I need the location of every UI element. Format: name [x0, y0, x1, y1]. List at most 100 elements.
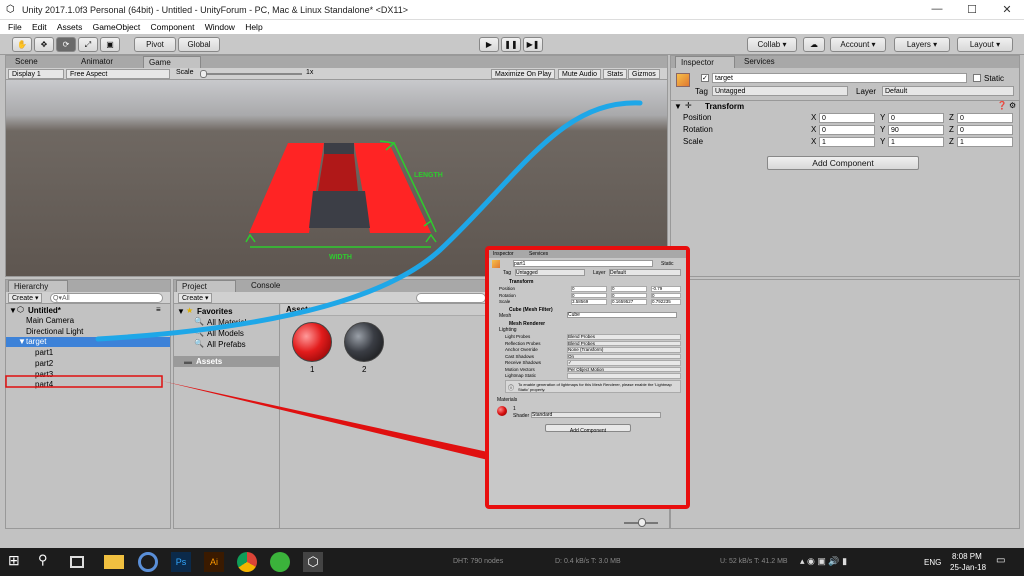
mini-y-field[interactable]: 0 [611, 292, 647, 298]
menu-file[interactable]: File [8, 22, 22, 32]
app-circle-icon[interactable] [138, 552, 158, 572]
active-checkbox[interactable]: ✓ [701, 74, 709, 82]
utorrent-icon[interactable] [270, 552, 290, 572]
notifications-icon[interactable]: ▭ [996, 555, 1005, 566]
step-button[interactable]: ▶❚ [523, 37, 543, 52]
pivot-toggle[interactable]: Pivot [134, 37, 176, 52]
mini-add-component-button[interactable]: Add Component [545, 424, 631, 434]
hierarchy-part1[interactable]: part1 [6, 348, 170, 358]
gizmos-dropdown[interactable]: Gizmos [628, 69, 660, 79]
transform-y-field[interactable]: 90 [888, 125, 944, 135]
hierarchy-create-dropdown[interactable]: Create ▾ [8, 293, 43, 303]
transform-x-field[interactable]: 1 [819, 137, 875, 147]
play-button[interactable]: ▶ [479, 37, 499, 52]
mini-y-field[interactable]: 0.1659527 [611, 299, 647, 305]
add-component-button[interactable]: Add Component [767, 156, 919, 170]
clock-time[interactable]: 8:08 PM [952, 552, 982, 561]
photoshop-icon[interactable]: Ps [171, 552, 191, 572]
close-button[interactable]: ✕ [1000, 3, 1014, 17]
mini-tag-dropdown[interactable]: Untagged [515, 269, 585, 276]
mini-z-field[interactable]: 0 [651, 292, 681, 298]
hierarchy-part4[interactable]: part4 [6, 380, 170, 390]
scale-tool-icon[interactable]: ⤢ [78, 37, 98, 52]
object-name-field[interactable]: target [712, 73, 967, 83]
menu-help[interactable]: Help [245, 22, 262, 32]
static-checkbox[interactable] [973, 74, 981, 82]
rotate-tool-icon[interactable]: ⟳ [56, 37, 76, 52]
asset-material-2[interactable]: 2 [344, 322, 388, 376]
transform-z-field[interactable]: 0 [957, 113, 1013, 123]
scene-menu-icon[interactable]: ≡ [156, 305, 161, 314]
tag-dropdown[interactable]: Untagged [712, 86, 848, 96]
tab-game[interactable]: Game [143, 56, 201, 68]
maximize-on-play-toggle[interactable]: Maximize On Play [491, 69, 556, 79]
stats-toggle[interactable]: Stats [603, 69, 627, 79]
menu-edit[interactable]: Edit [32, 22, 47, 32]
fav-all-materials[interactable]: All Materials [207, 318, 251, 327]
minimize-button[interactable]: — [930, 3, 944, 17]
settings-gear-icon[interactable]: ⚙ [1009, 101, 1016, 110]
hierarchy-search-input[interactable]: Q▾All [50, 293, 163, 303]
project-create-dropdown[interactable]: Create ▾ [178, 293, 213, 303]
layout-dropdown[interactable]: Layout ▾ [957, 37, 1013, 52]
hierarchy-target[interactable]: ▼ target [6, 337, 170, 348]
task-view-icon[interactable] [70, 556, 84, 568]
tab-inspector[interactable]: Inspector [675, 56, 735, 68]
fav-all-models[interactable]: All Models [207, 329, 244, 338]
hierarchy-main-camera[interactable]: Main Camera [6, 316, 170, 326]
mini-name-field[interactable]: part1 [513, 260, 653, 267]
menu-window[interactable]: Window [205, 22, 235, 32]
tab-project[interactable]: Project [176, 280, 236, 292]
cloud-icon[interactable]: ☁ [803, 37, 825, 52]
hierarchy-part3[interactable]: part3 [6, 370, 170, 380]
unity-taskbar-icon[interactable]: ⬡ [303, 552, 323, 572]
expand-arrow-icon[interactable]: ▼ [18, 337, 26, 346]
help-icon[interactable]: ❓ [997, 101, 1007, 110]
menu-assets[interactable]: Assets [57, 22, 83, 32]
thumbnail-size-thumb[interactable] [638, 518, 646, 527]
menu-gameobject[interactable]: GameObject [93, 22, 141, 32]
mini-prop-value[interactable]: On [567, 353, 681, 359]
mini-prop-value[interactable]: Blend Probes [567, 334, 681, 340]
mini-tab-inspector[interactable]: Inspector [493, 251, 514, 257]
search-icon[interactable]: ⚲ [38, 552, 58, 572]
aspect-dropdown[interactable]: Free Aspect [66, 69, 170, 79]
transform-x-field[interactable]: 0 [819, 113, 875, 123]
mini-layer-dropdown[interactable]: Default [609, 269, 681, 276]
transform-y-field[interactable]: 1 [888, 137, 944, 147]
move-tool-icon[interactable]: ✥ [34, 37, 54, 52]
file-explorer-icon[interactable] [104, 555, 124, 569]
mini-shader-dropdown[interactable]: Standard [531, 412, 661, 418]
mini-x-field[interactable]: 0 [571, 292, 607, 298]
mini-mesh-field[interactable]: Cube [567, 312, 677, 318]
mini-y-field[interactable]: 0 [611, 286, 647, 292]
rect-tool-icon[interactable]: ▣ [100, 37, 120, 52]
display-dropdown[interactable]: Display 1 [8, 69, 64, 79]
tab-animator[interactable]: Animator [76, 56, 118, 68]
chrome-icon[interactable] [237, 552, 257, 572]
scene-name[interactable]: Untitled* [28, 306, 61, 315]
scale-slider[interactable] [202, 73, 302, 75]
clock-date[interactable]: 25-Jan-18 [950, 563, 986, 572]
tab-scene[interactable]: Scene [10, 56, 43, 68]
account-dropdown[interactable]: Account ▾ [830, 37, 886, 52]
scene-foldout-icon[interactable]: ▼ [9, 306, 17, 315]
favorites-foldout-icon[interactable]: ▼ [177, 307, 185, 316]
transform-foldout-icon[interactable]: ▼ [674, 102, 682, 111]
transform-z-field[interactable]: 0 [957, 125, 1013, 135]
layer-dropdown[interactable]: Default [882, 86, 1014, 96]
tray-icons[interactable]: ▴ ◉ ▣ 🔊 ▮ [800, 556, 847, 567]
collab-dropdown[interactable]: Collab ▾ [747, 37, 797, 52]
assets-folder-row[interactable]: ▬ Assets [174, 356, 279, 367]
mini-x-field[interactable]: 0 [571, 286, 607, 292]
transform-y-field[interactable]: 0 [888, 113, 944, 123]
mini-prop-value[interactable]: ✓ [567, 360, 681, 366]
mini-prop-value[interactable]: None (Transform) [567, 347, 681, 353]
menu-component[interactable]: Component [151, 22, 195, 32]
tab-services[interactable]: Services [739, 56, 780, 68]
mini-tab-services[interactable]: Services [529, 251, 548, 257]
mini-prop-value[interactable] [567, 373, 681, 379]
tab-hierarchy[interactable]: Hierarchy [8, 280, 68, 292]
global-toggle[interactable]: Global [178, 37, 220, 52]
mini-z-field[interactable]: 0.792235 [651, 299, 681, 305]
